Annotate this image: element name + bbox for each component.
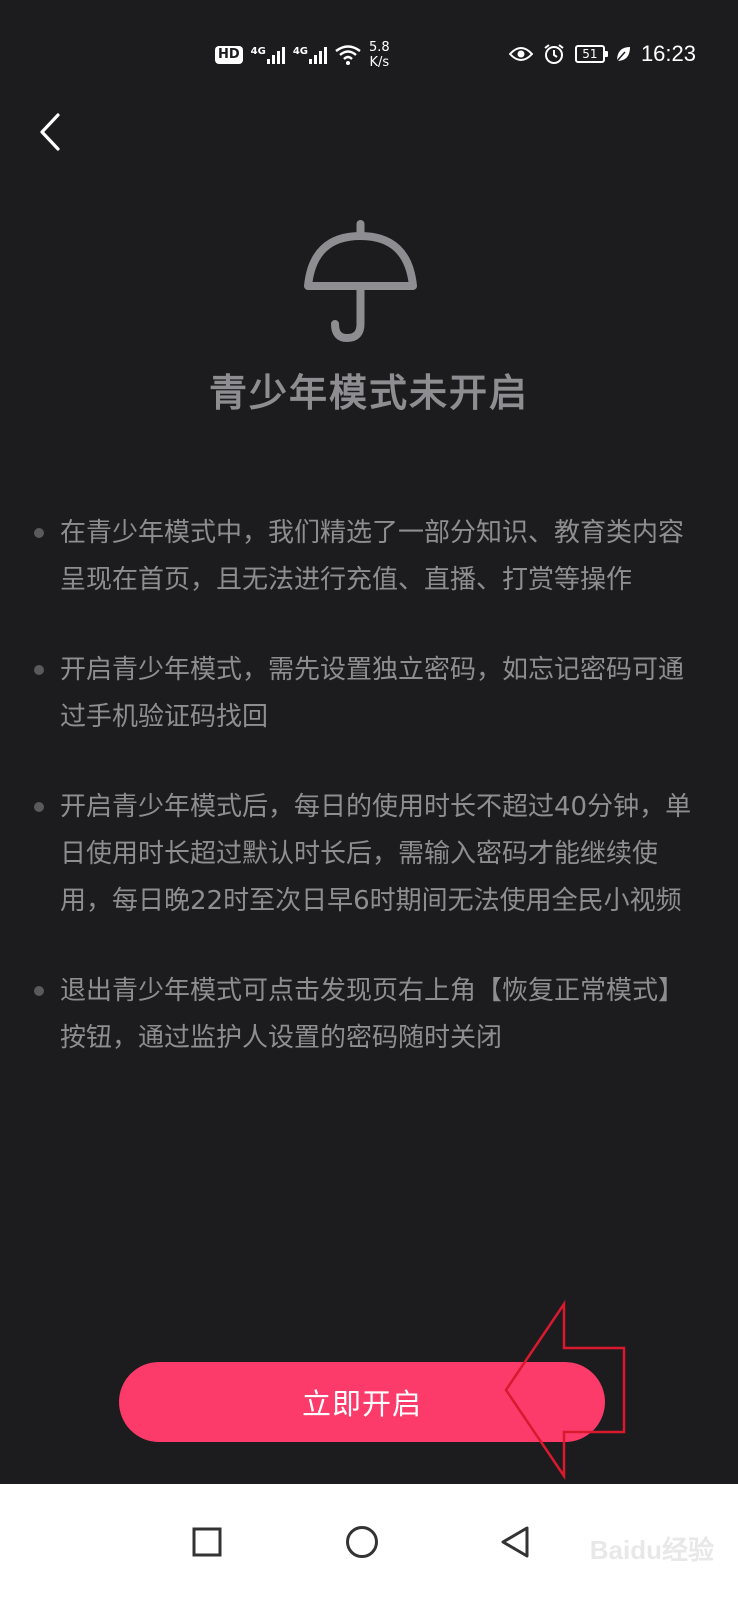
bullet-icon bbox=[34, 986, 44, 996]
wifi-icon bbox=[335, 45, 361, 65]
enable-button[interactable]: 立即开启 bbox=[119, 1362, 605, 1442]
list-item: 在青少年模式中，我们精选了一部分知识、教育类内容呈现在首页，且无法进行充值、直播… bbox=[34, 510, 694, 604]
list-item: 开启青少年模式，需先设置独立密码，如忘记密码可通过手机验证码找回 bbox=[34, 647, 694, 741]
list-item: 退出青少年模式可点击发现页右上角【恢复正常模式】按钮，通过监护人设置的密码随时关… bbox=[34, 968, 694, 1062]
bullet-icon bbox=[34, 802, 44, 812]
square-icon bbox=[192, 1527, 222, 1557]
status-bar: HD 4G 4G 5.8 K/s 51 16:23 bbox=[0, 0, 738, 104]
triangle-back-icon bbox=[501, 1526, 529, 1558]
alarm-icon bbox=[544, 44, 564, 64]
bullet-icon bbox=[34, 528, 44, 538]
speed-value: 5.8 bbox=[369, 40, 390, 55]
umbrella-icon bbox=[304, 220, 417, 343]
status-bar-right: 51 16:23 bbox=[508, 38, 696, 70]
list-item-text: 开启青少年模式，需先设置独立密码，如忘记密码可通过手机验证码找回 bbox=[60, 655, 685, 732]
network-type-2: 4G bbox=[292, 46, 309, 57]
list-item-text: 开启青少年模式后，每日的使用时长不超过40分钟，单日使用时长超过默认时长后，需输… bbox=[60, 792, 692, 916]
recent-apps-button[interactable] bbox=[167, 1502, 247, 1582]
signal-bars-icon bbox=[266, 47, 285, 64]
bullet-icon bbox=[34, 665, 44, 675]
battery-icon: 51 bbox=[574, 45, 608, 63]
list-item-text: 在青少年模式中，我们精选了一部分知识、教育类内容呈现在首页，且无法进行充值、直播… bbox=[60, 518, 685, 595]
back-button[interactable] bbox=[30, 104, 70, 160]
signal-1: 4G bbox=[251, 46, 285, 64]
signal-2: 4G bbox=[292, 46, 328, 64]
chevron-left-icon bbox=[40, 113, 60, 151]
home-button[interactable] bbox=[322, 1502, 402, 1582]
circle-icon bbox=[346, 1526, 378, 1558]
speed-unit: K/s bbox=[369, 55, 390, 70]
system-back-button[interactable] bbox=[475, 1502, 555, 1582]
system-nav-bar: Baidu经验 bbox=[0, 1484, 738, 1600]
list-item: 开启青少年模式后，每日的使用时长不超过40分钟，单日使用时长超过默认时长后，需输… bbox=[34, 784, 694, 925]
clock: 16:23 bbox=[640, 41, 696, 66]
leaf-icon bbox=[616, 47, 630, 62]
list-item-text: 退出青少年模式可点击发现页右上角【恢复正常模式】按钮，通过监护人设置的密码随时关… bbox=[60, 976, 685, 1053]
signal-bars-icon bbox=[309, 47, 328, 64]
watermark: Baidu经验 bbox=[589, 1535, 714, 1565]
status-bar-left: HD 4G 4G 5.8 K/s bbox=[215, 40, 390, 70]
network-speed: 5.8 K/s bbox=[369, 40, 390, 70]
network-type-1: 4G bbox=[250, 46, 266, 57]
page-title: 青少年模式未开启 bbox=[208, 371, 529, 415]
eye-icon bbox=[508, 47, 533, 61]
hd-badge: HD bbox=[215, 46, 243, 64]
info-list: 在青少年模式中，我们精选了一部分知识、教育类内容呈现在首页，且无法进行充值、直播… bbox=[34, 510, 694, 1105]
